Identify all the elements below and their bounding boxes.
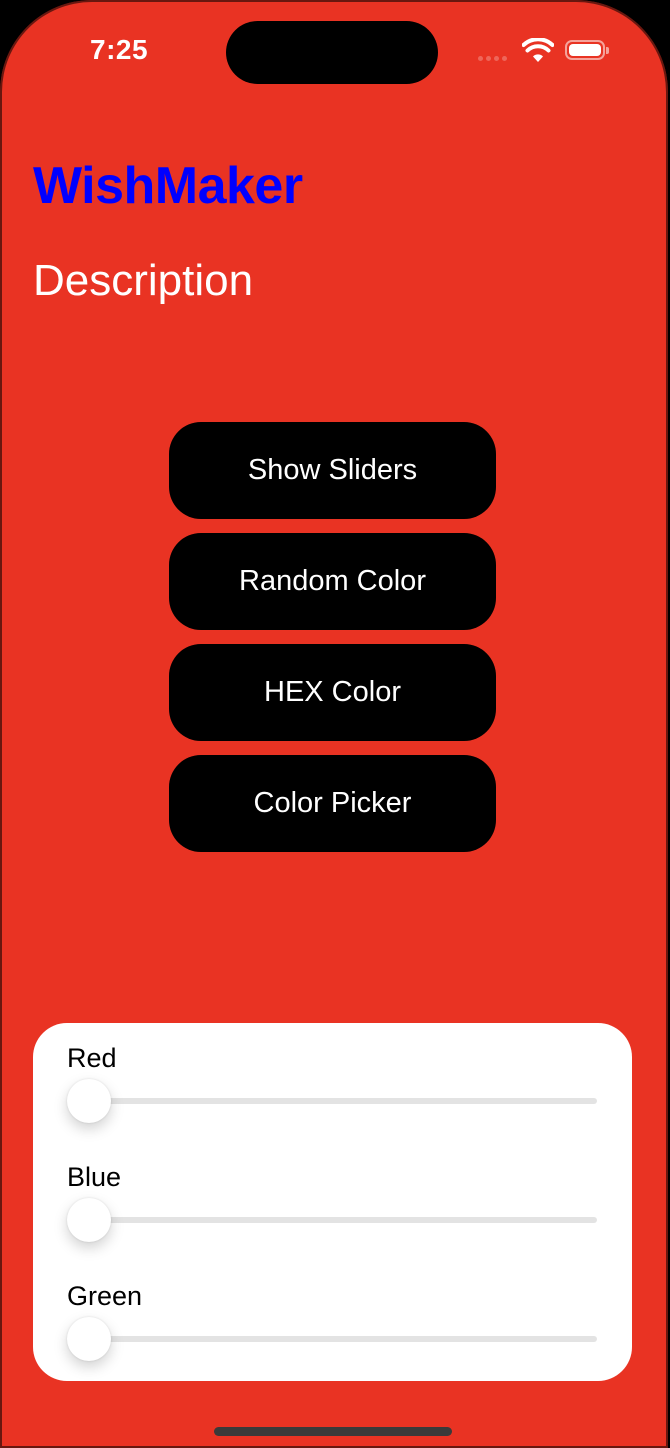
slider-thumb-blue[interactable] xyxy=(67,1198,111,1242)
app-description: Description xyxy=(33,256,254,305)
cellular-signal-icon xyxy=(478,56,507,61)
slider-thumb-green[interactable] xyxy=(67,1317,111,1361)
slider-label-blue: Blue xyxy=(67,1162,122,1192)
slider-label-green: Green xyxy=(67,1281,143,1311)
battery-icon xyxy=(565,40,609,60)
device-frame: 7:25 WishMaker Description Show Sliders … xyxy=(0,0,670,1448)
slider-label-red: Red xyxy=(67,1043,117,1073)
slider-track-blue[interactable] xyxy=(89,1217,597,1223)
show-sliders-button[interactable]: Show Sliders xyxy=(169,422,496,519)
wifi-icon xyxy=(522,38,554,62)
slider-track-red[interactable] xyxy=(89,1098,597,1104)
random-color-button[interactable]: Random Color xyxy=(169,533,496,630)
slider-thumb-red[interactable] xyxy=(67,1079,111,1123)
slider-track-green[interactable] xyxy=(89,1336,597,1342)
dynamic-island xyxy=(226,21,438,84)
hex-color-button[interactable]: HEX Color xyxy=(169,644,496,741)
app-title: WishMaker xyxy=(33,157,303,215)
color-picker-button[interactable]: Color Picker xyxy=(169,755,496,852)
status-time: 7:25 xyxy=(90,34,149,65)
app-screen: 7:25 WishMaker Description Show Sliders … xyxy=(0,0,668,1448)
sliders-panel: Red Blue Green xyxy=(33,1023,632,1381)
home-indicator[interactable] xyxy=(214,1427,452,1436)
